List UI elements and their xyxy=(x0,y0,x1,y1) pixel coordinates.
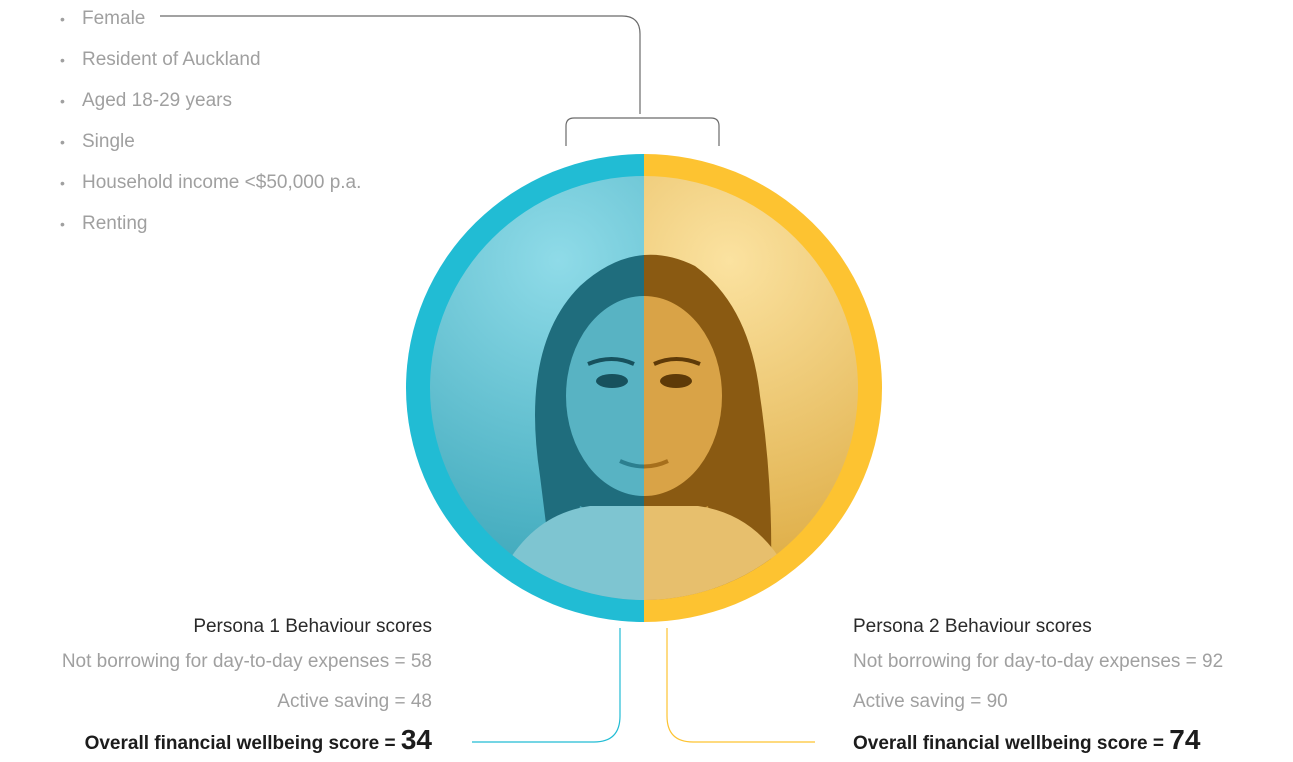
persona2-connector xyxy=(666,628,815,743)
attribute-item: • Female xyxy=(60,8,146,29)
attribute-label: Renting xyxy=(82,213,148,234)
persona1-borrowing-score: Not borrowing for day-to-day expenses = … xyxy=(61,651,432,672)
persona-diagram: • Female • Resident of Auckland • Aged 18-2… xyxy=(0,0,1293,758)
attribute-label: Aged 18-29 years xyxy=(82,90,232,111)
persona1-connector xyxy=(472,628,621,743)
attribute-label: Resident of Auckland xyxy=(82,49,261,70)
split-woman-portrait-icon xyxy=(430,176,858,600)
attribute-item: • Household income <$50,000 p.a. xyxy=(60,172,362,193)
split-portrait xyxy=(406,154,882,622)
overall-value: 74 xyxy=(1169,724,1201,755)
bracket-connector xyxy=(565,117,720,146)
overall-label: Overall financial wellbeing score = xyxy=(853,733,1170,754)
persona2-scores: Persona 2 Behaviour scores Not borrowing… xyxy=(853,612,1223,758)
attribute-label: Household income <$50,000 p.a. xyxy=(82,172,362,193)
persona2-title: Persona 2 Behaviour scores xyxy=(853,616,1092,637)
persona1-overall-score: Overall financial wellbeing score = 34 xyxy=(62,722,432,758)
overall-label: Overall financial wellbeing score = xyxy=(84,733,401,754)
persona1-saving-score: Active saving = 48 xyxy=(277,691,432,712)
persona2-overall-score: Overall financial wellbeing score = 74 xyxy=(853,722,1223,758)
persona-attributes-list: • Female • Resident of Auckland • Aged 18-2… xyxy=(60,4,361,250)
persona1-scores: Persona 1 Behaviour scores Not borrowing… xyxy=(62,612,432,758)
persona1-title: Persona 1 Behaviour scores xyxy=(193,616,432,637)
attribute-label: Single xyxy=(82,131,135,152)
overall-value: 34 xyxy=(400,724,432,755)
attribute-item: • Single xyxy=(60,131,135,152)
persona2-saving-score: Active saving = 90 xyxy=(853,691,1008,712)
attribute-label: Female xyxy=(82,8,146,29)
attribute-item: • Aged 18-29 years xyxy=(60,90,232,111)
attribute-item: • Renting xyxy=(60,213,148,234)
attribute-item: • Resident of Auckland xyxy=(60,49,261,70)
persona2-borrowing-score: Not borrowing for day-to-day expenses = … xyxy=(853,651,1224,672)
